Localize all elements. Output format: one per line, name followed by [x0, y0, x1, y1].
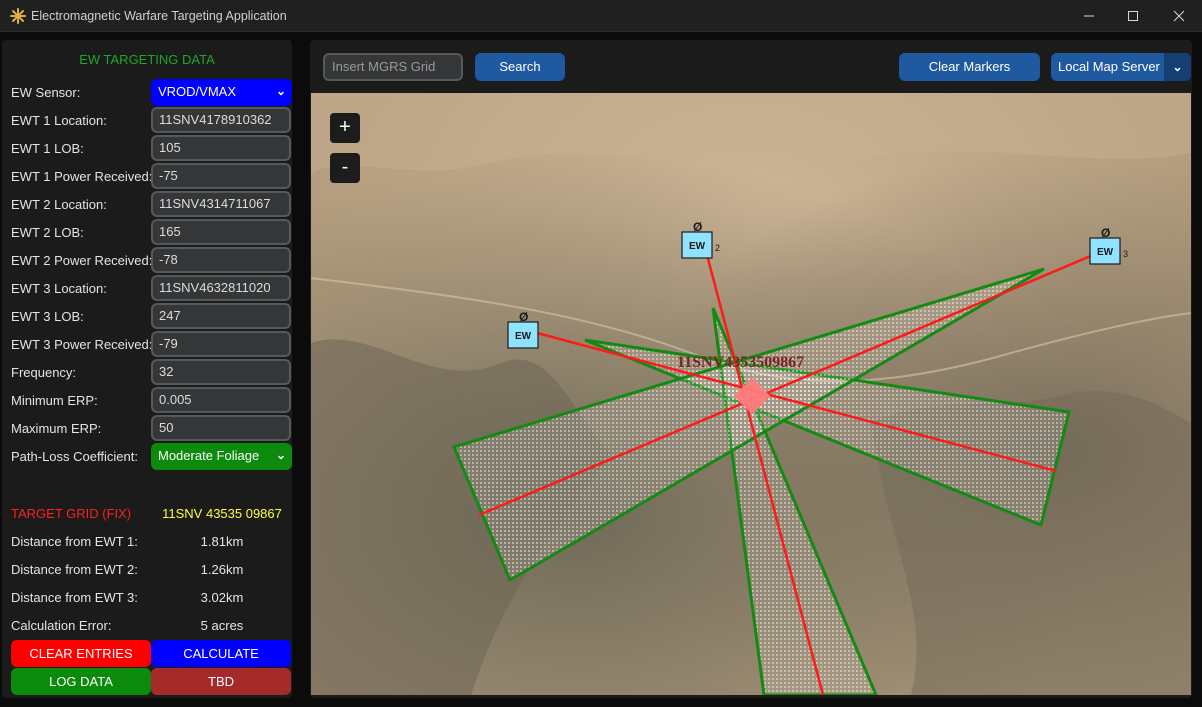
map-server-value: Local Map Server: [1058, 59, 1160, 74]
distance-ewt2-value: 1.26km: [200, 562, 244, 577]
ewt3-power-field[interactable]: -79: [151, 331, 291, 357]
ewt2-power-label: EWT 2 Power Received:: [11, 253, 153, 268]
calc-error-label: Calculation Error:: [11, 618, 112, 633]
path-loss-label: Path-Loss Coefficient:: [11, 449, 138, 464]
satellite-map[interactable]: 11SNV4353509867 Ø EW Ø EW 2 Ø EW 3 + -: [311, 93, 1191, 695]
maximize-button[interactable]: [1110, 0, 1156, 32]
ewt3-lob-label: EWT 3 LOB:: [11, 309, 84, 324]
ew-sensor-dropdown[interactable]: VROD/VMAX ⌄: [151, 79, 292, 106]
ewt1-power-field[interactable]: -75: [151, 163, 291, 189]
app-icon: [10, 8, 26, 24]
ewt3-power-label: EWT 3 Power Received:: [11, 337, 153, 352]
map-panel: Insert MGRS Grid Search Clear Markers Lo…: [310, 40, 1192, 698]
clear-markers-button[interactable]: Clear Markers: [899, 53, 1040, 81]
chevron-down-icon: ⌄: [275, 448, 286, 462]
min-erp-label: Minimum ERP:: [11, 393, 98, 408]
target-grid-map-label: 11SNV4353509867: [677, 354, 804, 371]
distance-ewt1-label: Distance from EWT 1:: [11, 534, 138, 549]
clear-entries-button[interactable]: CLEAR ENTRIES: [11, 640, 151, 667]
chevron-down-icon: ⌄: [275, 84, 286, 98]
ewt1-lob-field[interactable]: 105: [151, 135, 291, 161]
close-icon: [1173, 10, 1185, 22]
ewt2-location-label: EWT 2 Location:: [11, 197, 107, 212]
ewt1-power-label: EWT 1 Power Received:: [11, 169, 153, 184]
close-button[interactable]: [1156, 0, 1202, 32]
path-loss-dropdown[interactable]: Moderate Foliage ⌄: [151, 443, 292, 470]
sensor-ewt2-label: EW: [689, 241, 706, 252]
max-erp-label: Maximum ERP:: [11, 421, 102, 436]
distance-ewt1-value: 1.81km: [200, 534, 244, 549]
max-erp-field[interactable]: 50: [151, 415, 291, 441]
maximize-icon: [1128, 11, 1138, 21]
chevron-down-icon: ⌄: [1164, 53, 1191, 81]
sensor-ewt2-number: 2: [715, 243, 720, 253]
ew-sensor-label: EW Sensor:: [11, 85, 81, 100]
zoom-out-button[interactable]: -: [330, 153, 360, 183]
ewt1-location-label: EWT 1 Location:: [11, 113, 107, 128]
title-bar: Electromagnetic Warfare Targeting Applic…: [0, 0, 1202, 32]
ewt1-lob-label: EWT 1 LOB:: [11, 141, 84, 156]
zoom-in-button[interactable]: +: [330, 113, 360, 143]
mgrs-search-input[interactable]: Insert MGRS Grid: [323, 53, 463, 81]
frequency-field[interactable]: 32: [151, 359, 291, 385]
target-grid-value: 11SNV 43535 09867: [162, 506, 282, 521]
minimize-icon: [1084, 15, 1094, 17]
distance-ewt3-label: Distance from EWT 3:: [11, 590, 138, 605]
ewt1-location-field[interactable]: 11SNV4178910362: [151, 107, 291, 133]
log-data-button[interactable]: LOG DATA: [11, 668, 151, 695]
ewt2-power-field[interactable]: -78: [151, 247, 291, 273]
sensor-ewt3-number: 3: [1123, 249, 1128, 259]
map-canvas: 11SNV4353509867 Ø EW Ø EW 2 Ø EW 3: [311, 93, 1191, 695]
sensor-ewt3-label: EW: [1097, 247, 1114, 258]
ewt3-location-label: EWT 3 Location:: [11, 281, 107, 296]
min-erp-field[interactable]: 0.005: [151, 387, 291, 413]
ew-sensor-value: VROD/VMAX: [158, 84, 237, 99]
calc-error-value: 5 acres: [200, 618, 244, 633]
ewt3-lob-field[interactable]: 247: [151, 303, 291, 329]
calculate-button[interactable]: CALCULATE: [151, 640, 291, 667]
tbd-button[interactable]: TBD: [151, 668, 291, 695]
window-title: Electromagnetic Warfare Targeting Applic…: [31, 9, 287, 23]
ewt3-location-field[interactable]: 11SNV4632811020: [151, 275, 291, 301]
ewt2-lob-label: EWT 2 LOB:: [11, 225, 84, 240]
map-server-dropdown[interactable]: Local Map Server ⌄: [1051, 53, 1191, 81]
distance-ewt3-value: 3.02km: [200, 590, 244, 605]
distance-ewt2-label: Distance from EWT 2:: [11, 562, 138, 577]
search-button[interactable]: Search: [475, 53, 565, 81]
sensor-ewt1-label: EW: [515, 331, 532, 342]
ewt2-lob-field[interactable]: 165: [151, 219, 291, 245]
minimize-button[interactable]: [1066, 0, 1112, 32]
path-loss-value: Moderate Foliage: [158, 448, 260, 463]
panel-title: EW TARGETING DATA: [79, 52, 215, 67]
frequency-label: Frequency:: [11, 365, 77, 380]
ewt2-location-field[interactable]: 11SNV4314711067: [151, 191, 291, 217]
targeting-data-panel: EW TARGETING DATA EW Sensor: VROD/VMAX ⌄…: [2, 40, 292, 698]
target-grid-label: TARGET GRID (FIX): [11, 506, 132, 521]
